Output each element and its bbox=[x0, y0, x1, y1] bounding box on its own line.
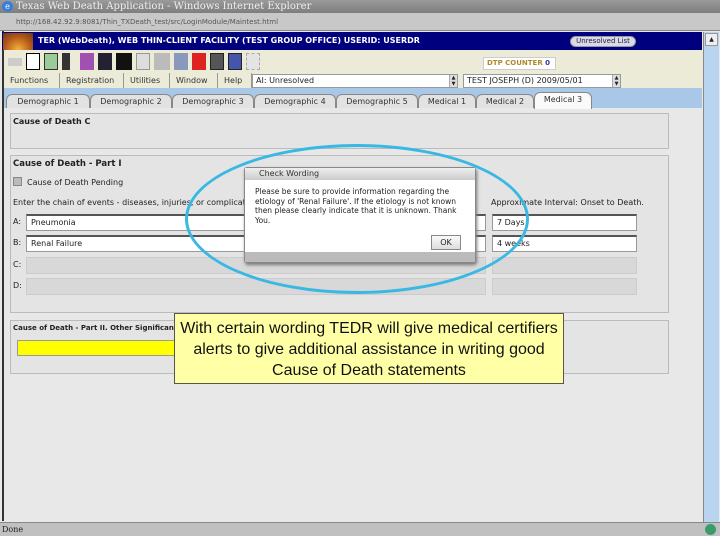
address-bar[interactable]: http://168.42.92.9:8081/Thin_TXDeath_tes… bbox=[0, 13, 720, 31]
annotation-callout: With certain wording TEDR will give medi… bbox=[174, 313, 564, 384]
tab-demographic-5[interactable]: Demographic 5 bbox=[336, 94, 418, 108]
binoculars-icon[interactable] bbox=[116, 53, 132, 70]
checklist-icon[interactable] bbox=[44, 53, 58, 70]
door-icon[interactable] bbox=[62, 53, 70, 70]
tab-demographic-4[interactable]: Demographic 4 bbox=[254, 94, 336, 108]
status-combo-value: AI: Unresolved bbox=[256, 76, 315, 85]
window-title-bar: e Texas Web Death Application - Windows I… bbox=[0, 0, 720, 13]
window-title: Texas Web Death Application - Windows In… bbox=[16, 1, 312, 12]
row-letter: C: bbox=[13, 260, 22, 269]
save-icon[interactable] bbox=[98, 53, 112, 70]
print-icon[interactable] bbox=[210, 53, 224, 70]
minimize-icon[interactable] bbox=[8, 58, 22, 66]
pending-checkbox[interactable] bbox=[13, 177, 22, 186]
menu-registration[interactable]: Registration bbox=[60, 73, 124, 88]
internet-zone-icon bbox=[705, 524, 716, 535]
tab-medical-2[interactable]: Medical 2 bbox=[476, 94, 534, 108]
status-bar: Done bbox=[0, 522, 720, 536]
dtp-label: DTP COUNTER bbox=[487, 59, 543, 67]
row-letter: B: bbox=[13, 238, 22, 247]
spinner-icon[interactable]: ▲ ▼ bbox=[612, 75, 620, 87]
row-letter: D: bbox=[13, 281, 22, 290]
report-icon[interactable] bbox=[228, 53, 242, 70]
tab-medical-3[interactable]: Medical 3 bbox=[534, 92, 592, 109]
scroll-up-icon[interactable]: ▲ bbox=[705, 33, 718, 46]
tab-bar: Demographic 1 Demographic 2 Demographic … bbox=[4, 92, 702, 109]
genesis-logo bbox=[3, 33, 33, 50]
unresolved-list-button[interactable]: Unresolved List bbox=[570, 36, 636, 47]
spinner-icon[interactable]: ▲ ▼ bbox=[449, 75, 457, 87]
tab-demographic-2[interactable]: Demographic 2 bbox=[90, 94, 172, 108]
status-text: Done bbox=[2, 525, 24, 534]
interval-d-input[interactable] bbox=[492, 278, 637, 295]
document-edit-icon[interactable] bbox=[174, 53, 188, 70]
dtp-value: 0 bbox=[545, 59, 551, 67]
tab-medical-1[interactable]: Medical 1 bbox=[418, 94, 476, 108]
tab-demographic-1[interactable]: Demographic 1 bbox=[6, 94, 90, 108]
pending-label: Cause of Death Pending bbox=[27, 178, 124, 187]
tab-demographic-3[interactable]: Demographic 3 bbox=[172, 94, 254, 108]
record-combo-value: TEST JOSEPH (D) 2009/05/01 bbox=[467, 76, 583, 85]
taskbar-strip bbox=[0, 536, 720, 540]
menu-utilities[interactable]: Utilities bbox=[124, 73, 170, 88]
menu-functions[interactable]: Functions bbox=[4, 73, 60, 88]
ie-icon: e bbox=[2, 1, 13, 12]
new-document-icon[interactable] bbox=[26, 53, 40, 70]
vertical-scrollbar[interactable]: ▲ bbox=[703, 32, 719, 522]
section-title: Cause of Death C bbox=[13, 117, 91, 126]
void-icon[interactable] bbox=[192, 53, 206, 70]
record-combo[interactable]: TEST JOSEPH (D) 2009/05/01 ▲ ▼ bbox=[463, 74, 621, 88]
notes-icon[interactable] bbox=[136, 53, 150, 70]
dtp-counter: DTP COUNTER 0 bbox=[483, 57, 556, 70]
microscope-icon[interactable] bbox=[154, 53, 170, 70]
toolbar bbox=[4, 50, 702, 73]
status-combo[interactable]: AI: Unresolved ▲ ▼ bbox=[252, 74, 458, 88]
highlight-ellipse bbox=[185, 144, 529, 294]
row-letter: A: bbox=[13, 217, 22, 226]
disabled-tool-icon bbox=[246, 53, 260, 70]
menu-window[interactable]: Window bbox=[170, 73, 218, 88]
interval-c-input[interactable] bbox=[492, 257, 637, 274]
header-title: TER (WebDeath), WEB THIN-CLIENT FACILITY… bbox=[38, 36, 420, 45]
menu-help[interactable]: Help bbox=[218, 73, 252, 88]
help-book-icon[interactable] bbox=[80, 53, 94, 70]
